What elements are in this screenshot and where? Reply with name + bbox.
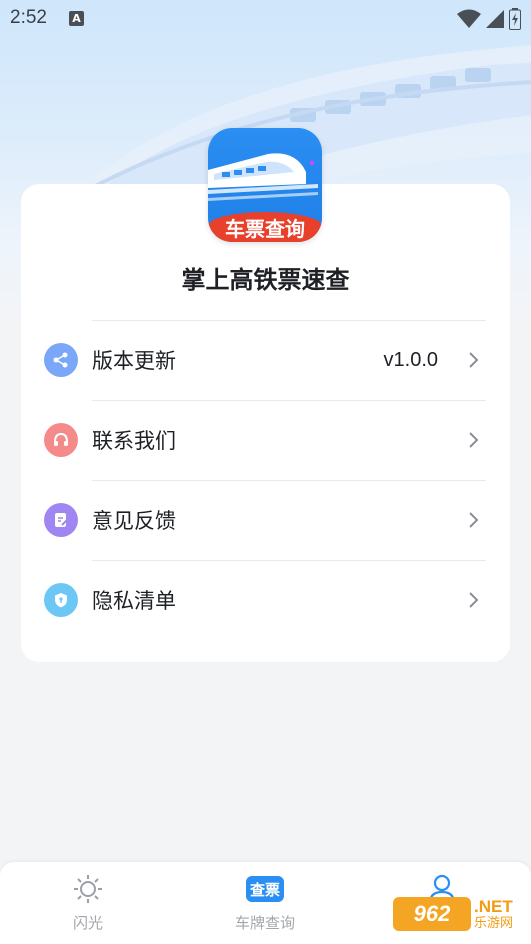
ticket-query-icon: 查票	[205, 872, 325, 906]
watermark-text: .NET 乐游网	[474, 898, 513, 930]
share-icon	[44, 343, 78, 377]
menu-label: 联系我们	[92, 429, 176, 453]
nav-item-flash[interactable]: 闪光	[28, 872, 148, 933]
ticket-query-icon-text: 查票	[246, 876, 284, 902]
watermark-cn: 乐游网	[474, 916, 514, 931]
chevron-right-icon	[469, 432, 479, 448]
app-logo: 车票查询	[208, 128, 322, 242]
watermark-number: 962	[393, 897, 471, 931]
nav-label: 车牌查询	[234, 914, 295, 932]
app-name: 掌上高铁票速查	[181, 266, 350, 294]
version-value: v1.0.0	[383, 348, 438, 371]
divider	[92, 560, 486, 561]
cellular-signal-icon	[486, 10, 504, 28]
settings-menu: 版本更新 v1.0.0 联系我们 意见反馈 隐私清单	[21, 320, 510, 640]
battery-icon	[509, 8, 521, 30]
privacy-shield-icon	[44, 583, 78, 617]
status-bar: 2:52 A	[0, 0, 531, 36]
train-icon	[208, 153, 318, 201]
watermark-net: .NET	[474, 897, 513, 916]
chevron-right-icon	[469, 592, 479, 608]
menu-item-version-update[interactable]: 版本更新 v1.0.0	[21, 320, 510, 400]
divider	[92, 400, 486, 401]
menu-label: 版本更新	[92, 349, 176, 373]
wifi-icon	[457, 9, 481, 28]
status-icons	[457, 8, 521, 30]
headset-icon	[44, 423, 78, 457]
menu-item-privacy-list[interactable]: 隐私清单	[21, 560, 510, 640]
notification-icon: A	[68, 10, 84, 26]
menu-label: 意见反馈	[92, 509, 176, 533]
feedback-icon	[44, 503, 78, 537]
nav-label: 闪光	[72, 914, 103, 932]
app-logo-banner: 车票查询	[208, 212, 322, 242]
site-watermark: 962 .NET 乐游网	[393, 896, 525, 932]
sun-icon	[28, 872, 148, 906]
menu-label: 隐私清单	[92, 589, 176, 613]
menu-item-contact-us[interactable]: 联系我们	[21, 400, 510, 480]
divider	[92, 320, 486, 321]
menu-item-feedback[interactable]: 意见反馈	[21, 480, 510, 560]
chevron-right-icon	[469, 512, 479, 528]
nav-item-plate-query[interactable]: 查票 车牌查询	[205, 872, 325, 933]
divider	[92, 480, 486, 481]
chevron-right-icon	[469, 352, 479, 368]
status-time: 2:52	[10, 7, 47, 28]
